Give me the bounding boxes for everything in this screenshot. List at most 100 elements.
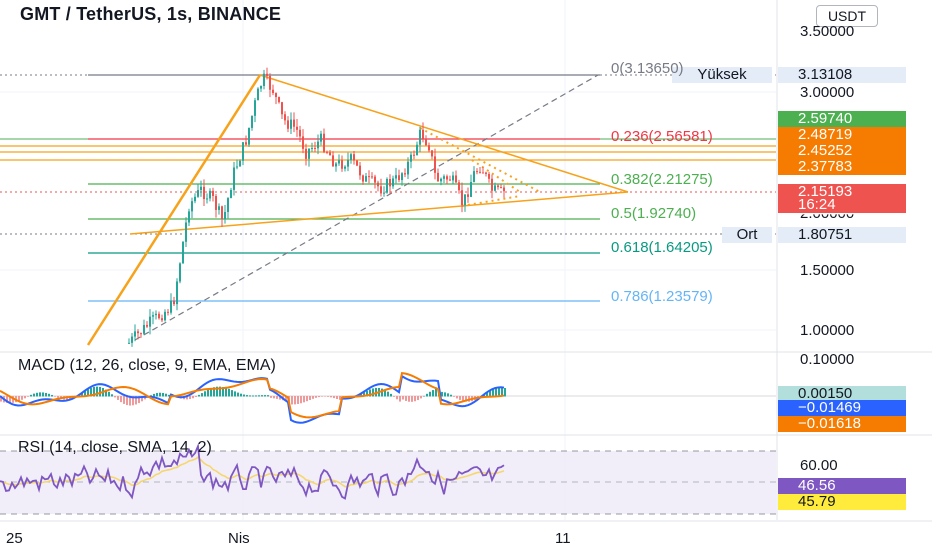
macd-histogram-bar bbox=[504, 388, 506, 397]
candle-body bbox=[377, 182, 379, 187]
candle-body bbox=[137, 331, 139, 334]
candle-body bbox=[215, 196, 217, 210]
macd-histogram-bar bbox=[387, 391, 389, 397]
macd-histogram-bar bbox=[201, 393, 203, 397]
candle-body bbox=[383, 192, 385, 194]
macd-histogram-bar bbox=[243, 394, 245, 397]
candle-body bbox=[461, 190, 463, 206]
macd-histogram-bar bbox=[126, 396, 128, 406]
macd-histogram-bar bbox=[189, 396, 191, 400]
rsi-title[interactable]: RSI (14, close, SMA, 14, 2) bbox=[18, 439, 212, 457]
candle-body bbox=[287, 120, 289, 129]
candle-body bbox=[347, 159, 349, 167]
macd-histogram-bar bbox=[414, 396, 416, 402]
candle-body bbox=[221, 206, 223, 219]
candle-body bbox=[491, 178, 493, 191]
candle-body bbox=[410, 154, 412, 162]
average-price-tag: 1.80751 bbox=[778, 227, 906, 243]
macd-histogram-bar bbox=[261, 395, 263, 397]
average-side-label: Ort bbox=[722, 227, 772, 243]
fibonacci-retracement[interactable] bbox=[88, 74, 600, 302]
macd-title[interactable]: MACD (12, 26, close, 9, EMA, EMA) bbox=[18, 357, 276, 375]
macd-histogram-bar bbox=[297, 396, 299, 404]
candle-body bbox=[407, 161, 409, 175]
candle-body bbox=[257, 88, 259, 101]
macd-histogram-bar bbox=[324, 396, 326, 397]
candle-body bbox=[359, 165, 361, 176]
triangle-pattern[interactable] bbox=[86, 74, 629, 346]
candle-body bbox=[206, 198, 208, 200]
candle-body bbox=[467, 194, 469, 197]
candle-body bbox=[164, 311, 166, 321]
candle-body bbox=[341, 160, 343, 169]
macd-histogram-bar bbox=[408, 396, 410, 402]
candle-body bbox=[338, 160, 340, 164]
macd-signal-line bbox=[0, 372, 505, 419]
candle-body bbox=[158, 313, 160, 319]
candle-body bbox=[155, 313, 157, 316]
macd-histogram-bar bbox=[27, 396, 29, 397]
macd-histogram-bar bbox=[402, 396, 404, 400]
chart-stage[interactable]: GMT / TetherUS, 1s, BINANCE USDT 3.50000… bbox=[0, 0, 932, 550]
macd-histogram-bar bbox=[153, 393, 155, 397]
macd-histogram-bar bbox=[123, 396, 125, 404]
macd-histogram-bar bbox=[333, 396, 335, 399]
macd-axis-label: 0.10000 bbox=[800, 351, 855, 368]
candle-body bbox=[188, 211, 190, 223]
candle-body bbox=[143, 324, 145, 334]
macd-histogram-bar bbox=[309, 396, 311, 401]
candle-body bbox=[380, 186, 382, 194]
macd-line bbox=[0, 374, 505, 424]
macd-histogram-bar bbox=[195, 396, 197, 397]
candle-body bbox=[242, 142, 244, 161]
orange-level-tag-2: 2.45252 bbox=[778, 143, 906, 159]
candle-body bbox=[290, 119, 292, 129]
macd-histogram-bar bbox=[114, 396, 116, 398]
candle-body bbox=[452, 175, 454, 181]
macd-histogram-bar bbox=[276, 396, 278, 399]
candle-body bbox=[209, 190, 211, 199]
macd-line-tag: −0.01469 bbox=[778, 400, 906, 416]
macd-histogram-bar bbox=[255, 395, 257, 397]
macd-histogram-bar bbox=[429, 391, 431, 397]
candle-body bbox=[497, 185, 499, 188]
macd-histogram-bar bbox=[312, 396, 314, 399]
macd-histogram-bar bbox=[267, 395, 269, 397]
macd-histogram-bar bbox=[327, 396, 329, 397]
macd-histogram-bar bbox=[231, 390, 233, 397]
macd-histogram-bar bbox=[300, 396, 302, 404]
macd-pane bbox=[0, 372, 776, 424]
fib-label-0: 0(3.13650) bbox=[611, 60, 684, 77]
bar-countdown-tag: 16:24 bbox=[778, 197, 906, 213]
macd-histogram-bar bbox=[42, 392, 44, 397]
candle-body bbox=[251, 115, 253, 128]
macd-histogram-bar bbox=[417, 396, 419, 401]
macd-histogram-bar bbox=[426, 393, 428, 397]
orange-level-tag-1: 2.48719 bbox=[778, 127, 906, 143]
macd-histogram-bar bbox=[294, 396, 296, 405]
candle-body bbox=[398, 175, 400, 181]
candle-body bbox=[503, 187, 505, 192]
candle-body bbox=[323, 133, 325, 152]
macd-histogram-bar bbox=[396, 396, 398, 400]
candle-body bbox=[233, 167, 235, 190]
candle-body bbox=[230, 189, 232, 199]
candle-body bbox=[416, 144, 418, 156]
candle-body bbox=[275, 93, 277, 98]
candle-body bbox=[446, 176, 448, 180]
time-label-11: 11 bbox=[555, 530, 571, 547]
time-label-nis: Nis bbox=[228, 530, 250, 547]
candle-body bbox=[305, 148, 307, 159]
candle-body bbox=[293, 119, 295, 127]
symbol-title[interactable]: GMT / TetherUS, 1s, BINANCE bbox=[20, 4, 281, 25]
candle-body bbox=[425, 138, 427, 146]
macd-histogram-bar bbox=[411, 396, 413, 402]
macd-histogram-bar bbox=[390, 393, 392, 397]
candle-body bbox=[266, 73, 268, 76]
candle-body bbox=[449, 179, 451, 181]
candle-body bbox=[434, 156, 436, 173]
macd-histogram-bar bbox=[315, 396, 317, 398]
macd-histogram-bar bbox=[33, 393, 35, 397]
candle-body bbox=[299, 129, 301, 137]
macd-histogram-bar bbox=[393, 396, 395, 397]
